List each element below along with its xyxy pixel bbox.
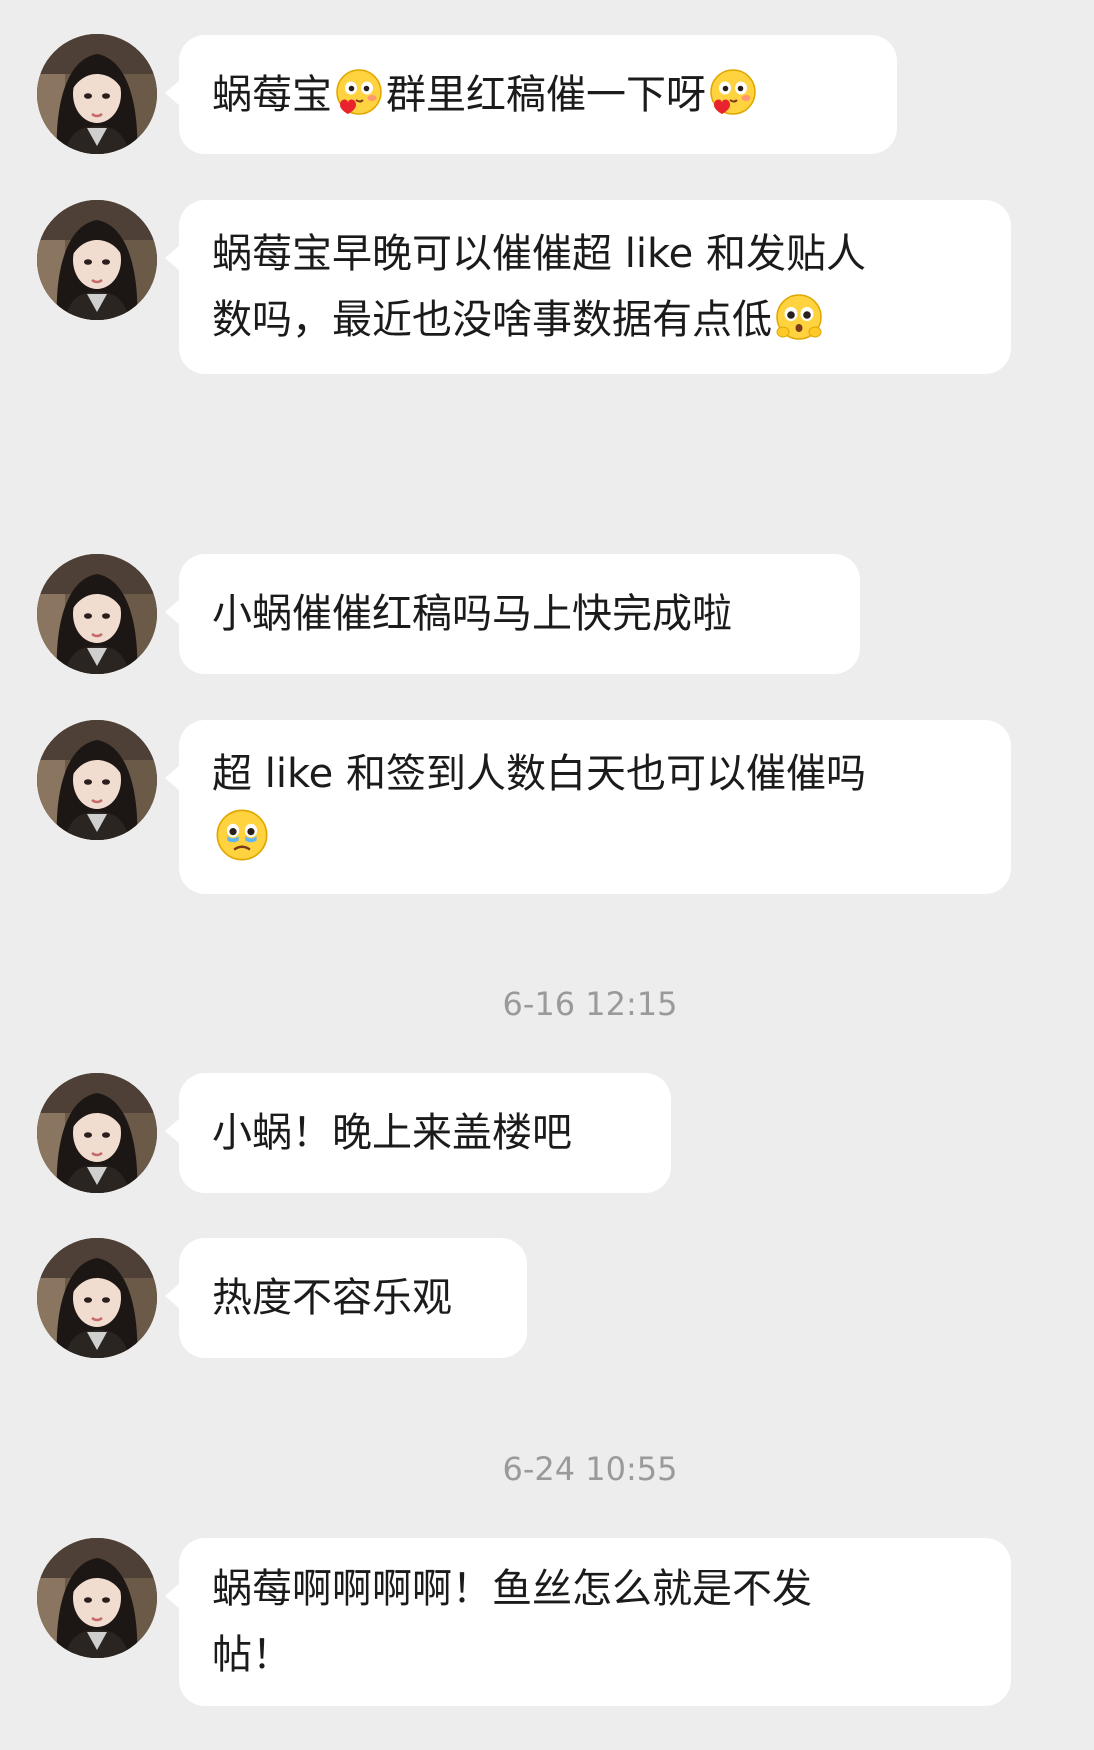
timestamp: 6-16 12:15 — [502, 985, 678, 1023]
avatar[interactable] — [37, 1538, 157, 1658]
shy-heart-emoji-icon — [334, 67, 384, 117]
avatar[interactable] — [37, 34, 157, 154]
message-text-line: 帖！ — [212, 1632, 292, 1678]
message-bubble[interactable]: 小蜗催催红稿吗马上快完成啦 — [165, 554, 860, 674]
pleading-emoji-icon — [774, 292, 824, 342]
timestamp: 6-24 10:55 — [502, 1450, 678, 1488]
message-text-line: 蜗莓啊啊啊啊！鱼丝怎么就是不发 — [212, 1566, 812, 1612]
message-text: 热度不容乐观 — [212, 1275, 452, 1321]
shy-heart-emoji-icon — [708, 67, 758, 117]
message-text-line — [212, 807, 978, 874]
message-bubble[interactable]: 蜗莓宝 群里红稿催一下呀 — [165, 35, 897, 154]
avatar[interactable] — [37, 200, 157, 320]
avatar[interactable] — [37, 1238, 157, 1358]
avatar[interactable] — [37, 554, 157, 674]
message-bubble[interactable]: 热度不容乐观 — [165, 1238, 527, 1358]
message-text: 小蜗催催红稿吗马上快完成啦 — [212, 591, 732, 637]
avatar[interactable] — [37, 720, 157, 840]
message-bubble[interactable]: 超 like 和签到人数白天也可以催催吗 — [165, 720, 1011, 894]
message-text: 小蜗！晚上来盖楼吧 — [212, 1110, 572, 1156]
message-text-line: 数吗，最近也没啥事数据有点低 — [212, 287, 978, 353]
message-text: 蜗莓宝 — [212, 72, 332, 118]
message-bubble[interactable]: 蜗莓啊啊啊啊！鱼丝怎么就是不发 帖！ — [165, 1538, 1011, 1706]
teary-sad-emoji-icon — [214, 807, 270, 863]
message-text-line: 超 like 和签到人数白天也可以催催吗 — [212, 751, 867, 797]
message-text: 群里红稿催一下呀 — [386, 72, 706, 118]
message-text-line: 蜗莓宝早晚可以催催超 like 和发贴人 — [212, 231, 867, 277]
message-bubble[interactable]: 小蜗！晚上来盖楼吧 — [165, 1073, 671, 1193]
avatar[interactable] — [37, 1073, 157, 1193]
message-bubble[interactable]: 蜗莓宝早晚可以催催超 like 和发贴人 数吗，最近也没啥事数据有点低 — [165, 200, 1011, 374]
